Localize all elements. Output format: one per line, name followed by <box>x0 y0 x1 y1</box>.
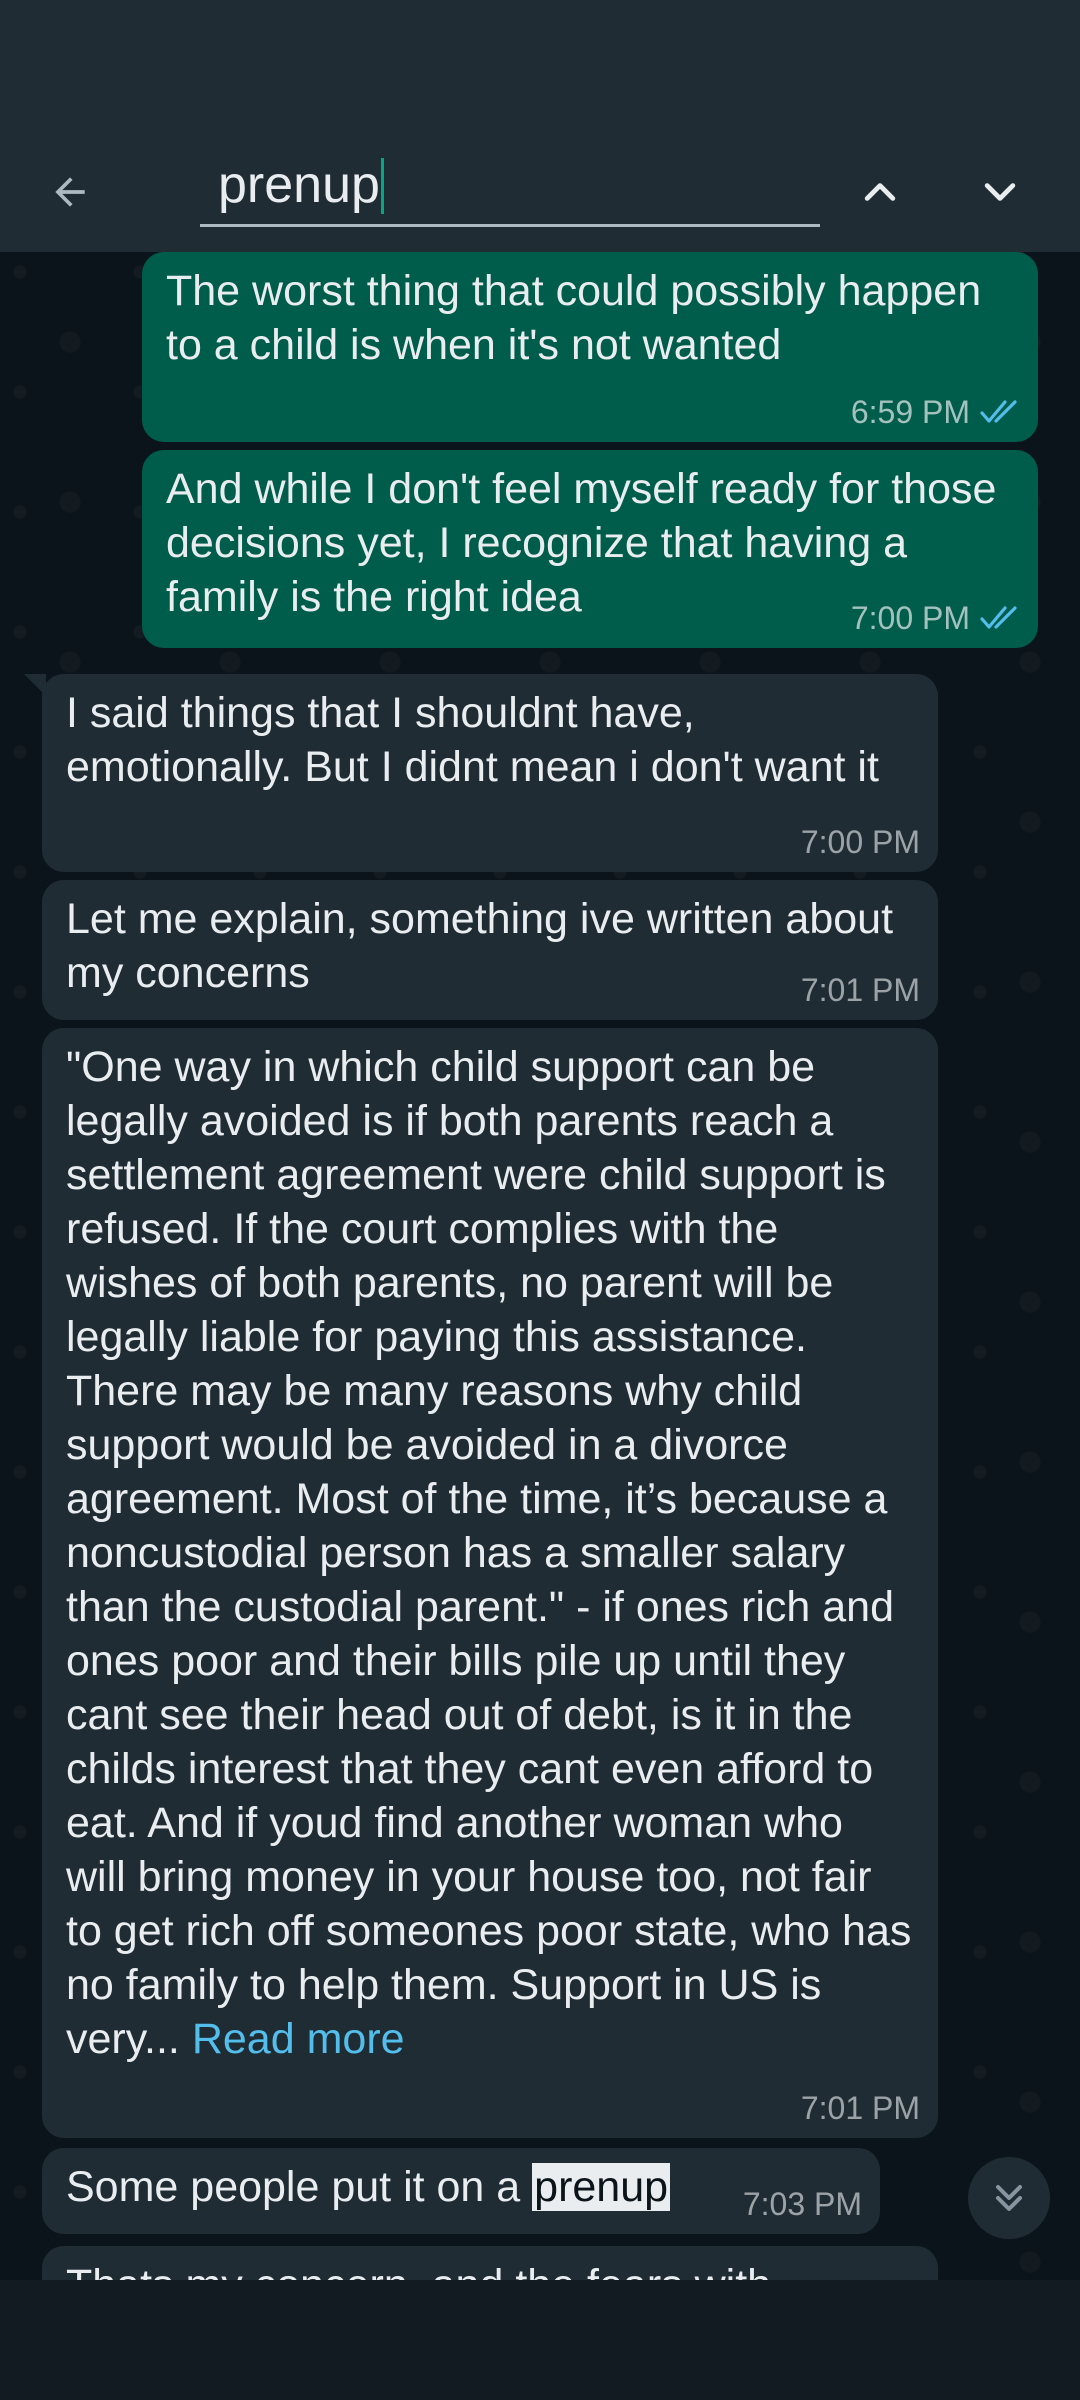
message-time: 7:01 PM <box>800 972 920 1008</box>
chat-messages[interactable]: The worst thing that could possibly happ… <box>0 252 1080 2280</box>
message-time: 7:03 PM <box>742 2186 862 2222</box>
message-bubble-outgoing[interactable]: And while I don't feel myself ready for … <box>142 450 1038 648</box>
message-text: "One way in which child support can be l… <box>66 1040 914 2066</box>
chevron-down-icon <box>984 183 1016 201</box>
search-input[interactable] <box>218 156 798 214</box>
message-bubble-outgoing[interactable]: The worst thing that could possibly happ… <box>142 252 1038 442</box>
double-chevron-down-icon <box>995 2184 1023 2212</box>
message-bubble-incoming[interactable]: I said things that I shouldnt have, emot… <box>24 674 938 872</box>
message-time: 7:00 PM <box>850 600 970 636</box>
bubble-tail <box>24 674 46 696</box>
text-cursor <box>381 158 384 214</box>
status-bar <box>0 0 1080 132</box>
message-body: Some people put it on a <box>66 2163 533 2211</box>
message-body: "One way in which child support can be l… <box>66 1043 912 2063</box>
message-text: The worst thing that could possibly happ… <box>166 267 982 369</box>
search-field[interactable] <box>200 146 820 227</box>
system-navigation-area <box>0 2280 1080 2400</box>
next-result-button[interactable] <box>960 162 1040 222</box>
message-bubble-incoming[interactable]: Some people put it on a prenup 7:03 PM <box>42 2148 880 2234</box>
chevron-up-icon <box>864 183 896 201</box>
message-time: 7:01 PM <box>800 2090 920 2126</box>
back-button[interactable] <box>30 162 110 222</box>
double-check-icon <box>980 606 1017 629</box>
message-bubble-incoming[interactable]: Thats my concern, and the fears with <box>42 2246 938 2280</box>
previous-result-button[interactable] <box>840 162 920 222</box>
arrow-left-icon <box>55 177 85 207</box>
message-bubble-incoming[interactable]: "One way in which child support can be l… <box>42 1028 938 2138</box>
search-toolbar <box>0 132 1080 252</box>
search-highlight: prenup <box>532 2163 671 2211</box>
message-text: Some people put it on a prenup <box>66 2160 856 2214</box>
message-time: 7:00 PM <box>800 824 920 860</box>
message-text: I said things that I shouldnt have, emot… <box>66 689 879 791</box>
message-text: Let me explain, something ive written ab… <box>66 895 894 997</box>
message-time: 6:59 PM <box>850 394 970 430</box>
message-text: Thats my concern, and the fears with <box>66 2258 914 2280</box>
double-check-icon <box>980 400 1017 423</box>
read-more-link[interactable]: Read more <box>192 2015 405 2063</box>
scroll-to-bottom-button[interactable] <box>968 2157 1050 2239</box>
message-bubble-incoming[interactable]: Let me explain, something ive written ab… <box>42 880 938 1020</box>
